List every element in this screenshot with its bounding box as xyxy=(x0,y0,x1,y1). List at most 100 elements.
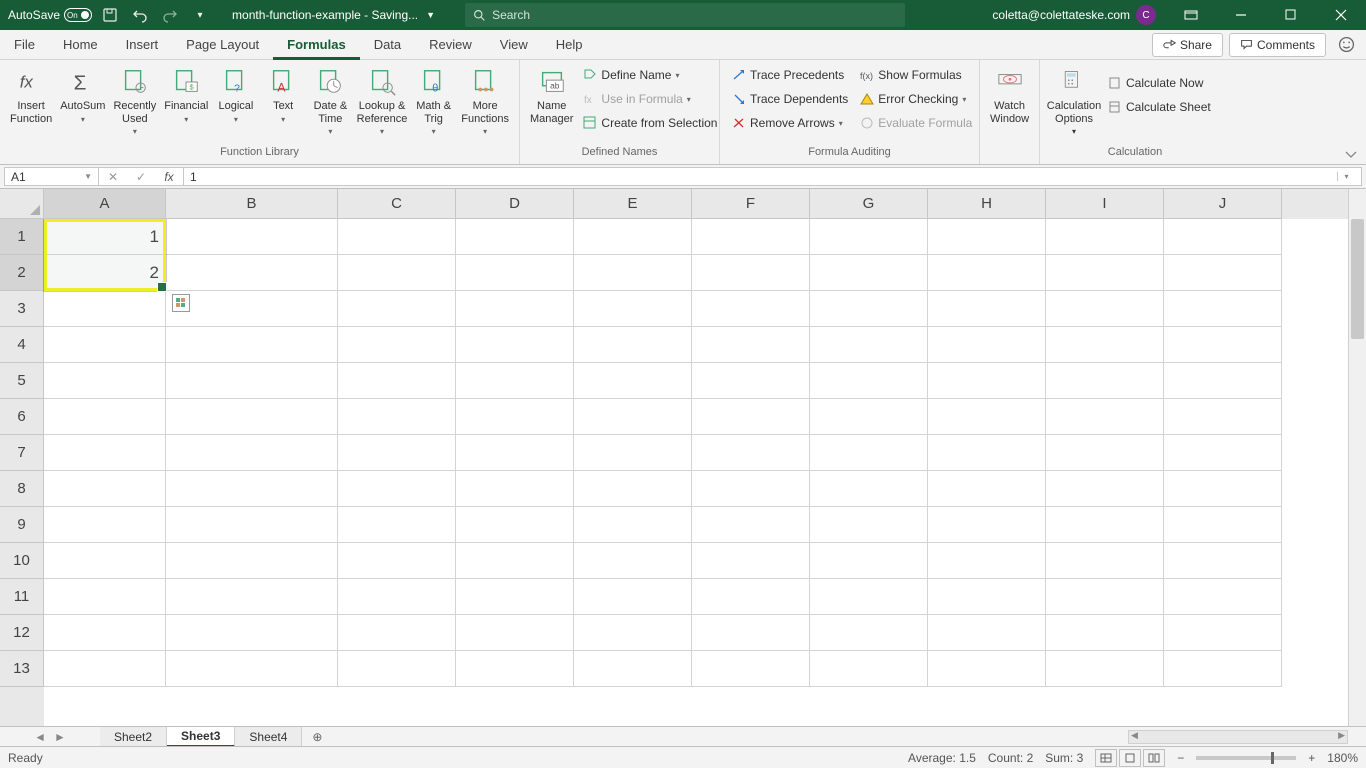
vertical-scrollbar[interactable] xyxy=(1348,189,1366,726)
add-sheet-button[interactable]: ⊕ xyxy=(302,730,332,744)
search-input[interactable]: Search xyxy=(465,3,905,27)
cell-E4[interactable] xyxy=(574,327,692,363)
cell-J8[interactable] xyxy=(1164,471,1282,507)
cell-F11[interactable] xyxy=(692,579,810,615)
row-header-7[interactable]: 7 xyxy=(0,435,44,471)
cell-F2[interactable] xyxy=(692,255,810,291)
cell-G1[interactable] xyxy=(810,219,928,255)
cell-I8[interactable] xyxy=(1046,471,1164,507)
cell-H5[interactable] xyxy=(928,363,1046,399)
cell-C7[interactable] xyxy=(338,435,456,471)
expand-formula-bar-icon[interactable]: ▾ xyxy=(1337,172,1355,181)
row-header-4[interactable]: 4 xyxy=(0,327,44,363)
row-header-8[interactable]: 8 xyxy=(0,471,44,507)
trace-precedents-button[interactable]: Trace Precedents xyxy=(728,64,852,86)
autofill-options-icon[interactable] xyxy=(172,294,190,312)
cell-E6[interactable] xyxy=(574,399,692,435)
cell-E12[interactable] xyxy=(574,615,692,651)
tab-formulas[interactable]: Formulas xyxy=(273,30,360,60)
cell-D12[interactable] xyxy=(456,615,574,651)
view-page-layout-icon[interactable] xyxy=(1119,749,1141,767)
cell-G5[interactable] xyxy=(810,363,928,399)
save-icon[interactable] xyxy=(98,3,122,27)
insert-function-button[interactable]: fxInsert Function xyxy=(8,64,54,127)
error-checking-button[interactable]: Error Checking xyxy=(856,88,976,110)
cell-H13[interactable] xyxy=(928,651,1046,687)
select-all-corner[interactable] xyxy=(0,189,44,219)
row-header-13[interactable]: 13 xyxy=(0,651,44,687)
create-from-selection-button[interactable]: Create from Selection xyxy=(579,112,721,134)
row-header-11[interactable]: 11 xyxy=(0,579,44,615)
account-button[interactable]: coletta@colettateske.com C xyxy=(984,5,1164,25)
autosave-toggle[interactable]: AutoSave On xyxy=(8,8,92,22)
cell-D2[interactable] xyxy=(456,255,574,291)
cell-G6[interactable] xyxy=(810,399,928,435)
cell-G7[interactable] xyxy=(810,435,928,471)
cell-H1[interactable] xyxy=(928,219,1046,255)
cell-B11[interactable] xyxy=(166,579,338,615)
row-header-10[interactable]: 10 xyxy=(0,543,44,579)
title-dropdown-icon[interactable]: ▼ xyxy=(426,10,435,20)
cell-D5[interactable] xyxy=(456,363,574,399)
sheet-nav-next-icon[interactable]: ► xyxy=(54,730,66,744)
cell-F6[interactable] xyxy=(692,399,810,435)
tab-file[interactable]: File xyxy=(0,30,49,60)
cell-F8[interactable] xyxy=(692,471,810,507)
share-button[interactable]: Share xyxy=(1152,33,1223,57)
cell-G13[interactable] xyxy=(810,651,928,687)
cell-E2[interactable] xyxy=(574,255,692,291)
cell-B5[interactable] xyxy=(166,363,338,399)
sheet-nav-prev-icon[interactable]: ◄ xyxy=(34,730,46,744)
enter-formula-icon[interactable]: ✓ xyxy=(127,170,155,184)
cell-G12[interactable] xyxy=(810,615,928,651)
tab-home[interactable]: Home xyxy=(49,30,112,60)
cell-D9[interactable] xyxy=(456,507,574,543)
fx-icon[interactable]: fx xyxy=(155,170,183,184)
cell-A2[interactable]: 2 xyxy=(44,255,166,291)
row-header-3[interactable]: 3 xyxy=(0,291,44,327)
cell-J7[interactable] xyxy=(1164,435,1282,471)
comments-button[interactable]: Comments xyxy=(1229,33,1326,57)
cell-H3[interactable] xyxy=(928,291,1046,327)
cell-I11[interactable] xyxy=(1046,579,1164,615)
name-box[interactable]: A1 ▼ xyxy=(4,167,99,186)
cell-H6[interactable] xyxy=(928,399,1046,435)
evaluate-formula-button[interactable]: Evaluate Formula xyxy=(856,112,976,134)
cell-D7[interactable] xyxy=(456,435,574,471)
cell-G9[interactable] xyxy=(810,507,928,543)
cell-I6[interactable] xyxy=(1046,399,1164,435)
cell-B13[interactable] xyxy=(166,651,338,687)
cell-A9[interactable] xyxy=(44,507,166,543)
cell-C13[interactable] xyxy=(338,651,456,687)
view-page-break-icon[interactable] xyxy=(1143,749,1165,767)
lookup-reference-button[interactable]: Lookup & Reference▾ xyxy=(356,64,408,138)
column-header-J[interactable]: J xyxy=(1164,189,1282,219)
cell-B12[interactable] xyxy=(166,615,338,651)
cell-A13[interactable] xyxy=(44,651,166,687)
column-header-G[interactable]: G xyxy=(810,189,928,219)
use-in-formula-button[interactable]: fxUse in Formula xyxy=(579,88,721,110)
date-time-button[interactable]: Date & Time▾ xyxy=(309,64,352,138)
namebox-dropdown-icon[interactable]: ▼ xyxy=(84,172,92,181)
calculation-options-button[interactable]: Calculation Options▾ xyxy=(1048,64,1100,138)
row-header-9[interactable]: 9 xyxy=(0,507,44,543)
spreadsheet-grid[interactable]: ABCDEFGHIJ 12345678910111213 12 xyxy=(0,189,1366,726)
cell-J10[interactable] xyxy=(1164,543,1282,579)
trace-dependents-button[interactable]: Trace Dependents xyxy=(728,88,852,110)
cell-E13[interactable] xyxy=(574,651,692,687)
define-name-button[interactable]: Define Name xyxy=(579,64,721,86)
cell-C10[interactable] xyxy=(338,543,456,579)
cell-F1[interactable] xyxy=(692,219,810,255)
zoom-slider[interactable] xyxy=(1196,756,1296,760)
cell-I3[interactable] xyxy=(1046,291,1164,327)
cell-B7[interactable] xyxy=(166,435,338,471)
cell-H8[interactable] xyxy=(928,471,1046,507)
cell-J12[interactable] xyxy=(1164,615,1282,651)
cell-C6[interactable] xyxy=(338,399,456,435)
column-header-I[interactable]: I xyxy=(1046,189,1164,219)
cell-I2[interactable] xyxy=(1046,255,1164,291)
tab-data[interactable]: Data xyxy=(360,30,415,60)
cell-G3[interactable] xyxy=(810,291,928,327)
cancel-formula-icon[interactable]: ✕ xyxy=(99,170,127,184)
cell-E10[interactable] xyxy=(574,543,692,579)
